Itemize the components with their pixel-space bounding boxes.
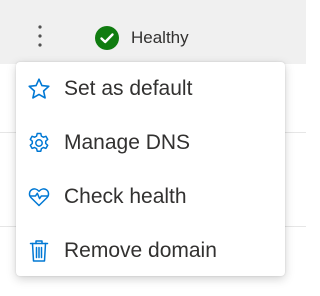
star-icon [26,76,52,102]
context-menu: Set as default Manage DNS Check health R… [16,62,285,276]
check-circle-icon [95,26,119,50]
menu-item-label: Manage DNS [64,131,191,154]
menu-item-manage-dns[interactable]: Manage DNS [16,118,285,168]
heart-pulse-icon [26,184,52,210]
menu-item-set-as-default[interactable]: Set as default [16,64,285,114]
gear-icon [26,130,52,156]
more-vertical-icon [38,25,42,47]
menu-item-label: Remove domain [64,239,217,262]
trash-icon [26,238,52,264]
status-text: Healthy [131,28,189,47]
menu-item-label: Check health [64,185,187,208]
menu-item-check-health[interactable]: Check health [16,172,285,222]
domain-row-header: Healthy [0,0,306,64]
health-status: Healthy [94,24,189,52]
menu-item-remove-domain[interactable]: Remove domain [16,226,285,276]
menu-item-label: Set as default [64,77,193,100]
domain-page: Healthy Set as default Manage DNS Check … [0,0,306,296]
more-actions-button[interactable] [24,16,56,56]
